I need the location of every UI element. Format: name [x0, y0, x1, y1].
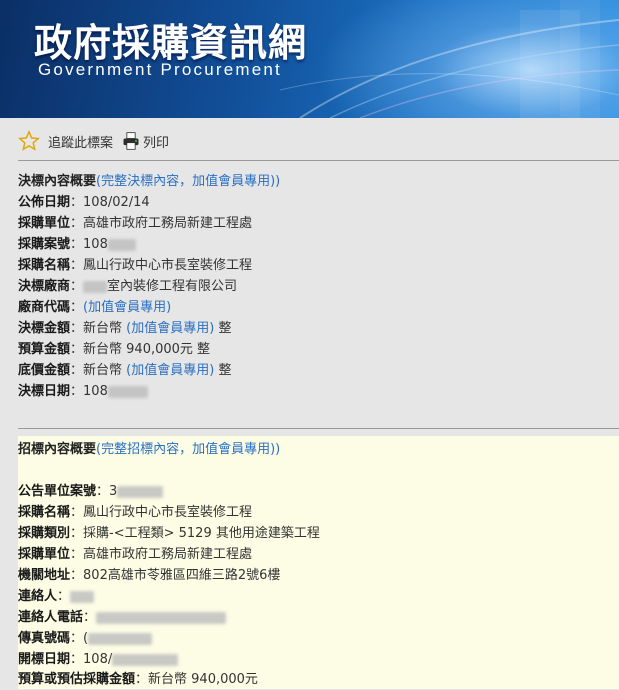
banner-subtitle: Government Procurement [38, 60, 282, 79]
tender-row-fax: 傳真號碼：( [18, 629, 153, 649]
field-label: 傳真號碼 [18, 631, 71, 646]
redacted-text [117, 485, 164, 498]
tender-row-procurement-name: 採購名稱：鳳山行政中心市長室裝修工程 [18, 505, 253, 520]
field-value: 採購-<工程類> 5129 其他用途建築工程 [83, 526, 320, 541]
field-label: 採購案號 [18, 237, 71, 252]
member-only-link[interactable]: (加值會員專用) [83, 300, 171, 315]
field-label: 預算或預估採購金額 [18, 672, 136, 687]
award-row-award-amount: 決標金額：新台幣 (加值會員專用) 整 [18, 321, 232, 336]
field-value: 108/ [83, 652, 113, 667]
award-row-procurement-name: 採購名稱：鳳山行政中心市長室裝修工程 [18, 258, 253, 273]
field-label: 預算金額 [18, 342, 71, 357]
field-value: 高雄市政府工務局新建工程處 [83, 547, 253, 562]
tender-row-case-number: 公告單位案號：3 [18, 482, 164, 502]
divider [18, 428, 619, 429]
track-case-link[interactable]: 追蹤此標案 [48, 132, 113, 151]
redacted-text [107, 385, 148, 398]
redacted-text [107, 238, 136, 251]
field-label: 開標日期 [18, 652, 71, 667]
redacted-text [88, 632, 153, 645]
field-label: 公佈日期 [18, 195, 71, 210]
award-row-agency: 採購單位：高雄市政府工務局新建工程處 [18, 216, 253, 231]
field-value: 新台幣 940,000元 整 [83, 342, 211, 357]
field-label: 連絡人 [18, 589, 58, 604]
field-label: 採購名稱 [18, 505, 71, 520]
redacted-text [70, 590, 95, 603]
field-value: 108/02/14 [83, 195, 150, 210]
field-label: 決標日期 [18, 384, 71, 399]
field-value-prefix: 新台幣 [83, 321, 127, 336]
field-value: 高雄市政府工務局新建工程處 [83, 216, 253, 231]
redacted-text [96, 611, 227, 624]
tender-full-content-link[interactable]: (完整招標內容，加值會員專用) [96, 442, 275, 457]
award-row-budget: 預算金額：新台幣 940,000元 整 [18, 342, 211, 357]
award-row-vendor-code: 廠商代碼：(加值會員專用) [18, 300, 172, 315]
award-row-case-number: 採購案號：108 [18, 235, 136, 255]
field-label: 採購單位 [18, 547, 71, 562]
banner-title: 政府採購資訊網 [34, 21, 308, 65]
award-link-close: ) [275, 174, 281, 189]
toolbar: 追蹤此標案 列印 [18, 126, 177, 156]
field-value-prefix: 新台幣 [83, 363, 127, 378]
tender-section-header: 招標內容概要(完整招標內容，加值會員專用)) [18, 440, 280, 460]
tender-row-contact: 連絡人： [18, 587, 95, 607]
tender-row-address: 機關地址：802高雄市苓雅區四維三路2號6樓 [18, 568, 281, 583]
tender-row-agency: 採購單位：高雄市政府工務局新建工程處 [18, 547, 253, 562]
print-link[interactable]: 列印 [143, 132, 169, 151]
field-label: 連絡人電話 [18, 610, 84, 625]
award-section-title: 決標內容概要 [18, 174, 97, 189]
tender-section-title: 招標內容概要 [18, 442, 97, 457]
field-value: 108 [83, 384, 108, 399]
field-label: 決標廠商 [18, 279, 71, 294]
award-row-award-date: 決標日期：108 [18, 382, 148, 402]
tender-link-close: ) [275, 442, 281, 457]
award-row-base-price: 底價金額：新台幣 (加值會員專用) 整 [18, 363, 232, 378]
field-value: 3 [109, 484, 118, 499]
tender-row-budget: 預算或預估採購金額：新台幣 940,000元 [18, 672, 258, 687]
field-value: 802高雄市苓雅區四維三路2號6樓 [83, 568, 281, 583]
member-only-link[interactable]: (加值會員專用) [126, 321, 214, 336]
field-value: 108 [83, 237, 108, 252]
field-value-suffix: 整 [214, 321, 232, 336]
divider [18, 160, 619, 161]
field-label: 廠商代碼 [18, 300, 71, 315]
field-label: 採購名稱 [18, 258, 71, 273]
field-value: 新台幣 940,000元 [148, 672, 258, 687]
star-icon[interactable] [18, 130, 40, 152]
award-section-header: 決標內容概要(完整決標內容，加值會員專用)) [18, 172, 280, 192]
field-value: 鳳山行政中心市長室裝修工程 [83, 258, 253, 273]
field-label: 採購單位 [18, 216, 71, 231]
award-row-publish-date: 公佈日期：108/02/14 [18, 195, 150, 210]
tender-row-phone: 連絡人電話： [18, 608, 227, 628]
field-value: 鳳山行政中心市長室裝修工程 [83, 505, 253, 520]
award-row-vendor: 決標廠商： 室內裝修工程有限公司 [18, 279, 238, 294]
field-label: 採購類別 [18, 526, 71, 541]
tender-row-opening-date: 開標日期：108/ [18, 650, 179, 670]
field-label: 決標金額 [18, 321, 71, 336]
site-banner: 政府採購資訊網 Government Procurement [0, 0, 619, 118]
tender-row-category: 採購類別：採購-<工程類> 5129 其他用途建築工程 [18, 526, 320, 541]
printer-icon[interactable] [121, 131, 141, 151]
field-label: 機關地址 [18, 568, 71, 583]
member-only-link[interactable]: (加值會員專用) [126, 363, 214, 378]
field-label: 公告單位案號 [18, 484, 97, 499]
field-value-suffix: 整 [214, 363, 232, 378]
field-label: 底價金額 [18, 363, 71, 378]
redacted-text [83, 280, 108, 293]
field-value: 室內裝修工程有限公司 [107, 279, 238, 294]
award-full-content-link[interactable]: (完整決標內容，加值會員專用) [96, 174, 275, 189]
redacted-text [112, 653, 179, 666]
